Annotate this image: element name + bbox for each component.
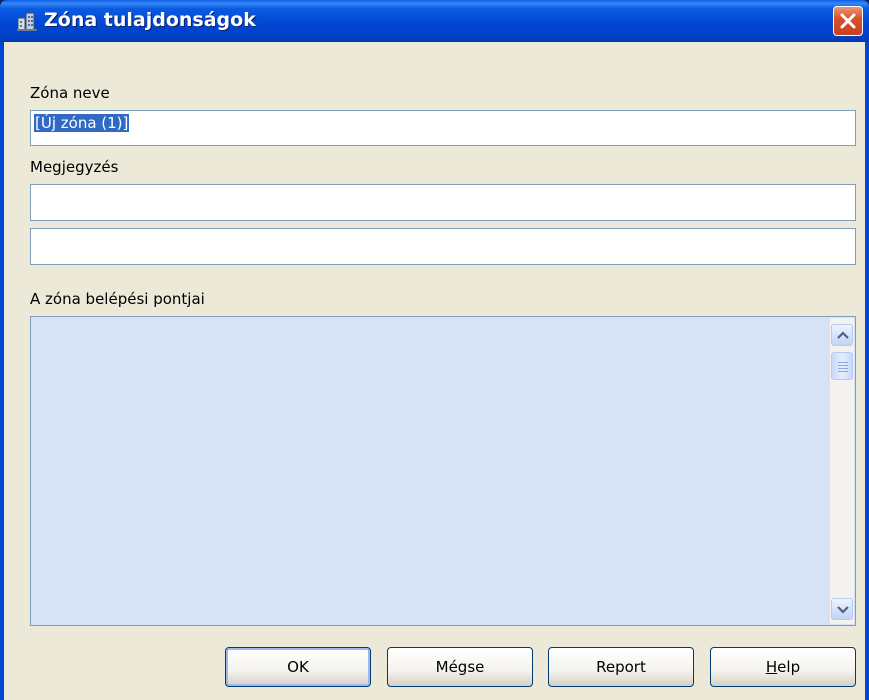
- ok-button[interactable]: OK: [225, 647, 371, 687]
- entry-points-scrollbar[interactable]: [830, 318, 854, 624]
- comment-input-line-1[interactable]: [30, 184, 856, 221]
- zone-name-label: Zóna neve: [30, 84, 110, 102]
- comment-label: Megjegyzés: [30, 158, 119, 176]
- entry-points-list[interactable]: [30, 316, 856, 626]
- close-button[interactable]: [833, 6, 863, 36]
- scroll-thumb[interactable]: [831, 352, 853, 380]
- entry-points-label: A zóna belépési pontjai: [30, 290, 205, 308]
- title-bar[interactable]: Zóna tulajdonságok: [0, 0, 869, 42]
- report-button[interactable]: Report: [548, 647, 694, 687]
- window-title: Zóna tulajdonságok: [44, 9, 256, 31]
- cancel-button[interactable]: Mégse: [387, 647, 533, 687]
- zone-name-input[interactable]: [Új zóna (1)]: [30, 110, 856, 146]
- zone-name-value: [Új zóna (1)]: [34, 114, 130, 132]
- close-icon: [840, 13, 856, 29]
- chevron-down-icon: [837, 606, 849, 614]
- scroll-up-button[interactable]: [831, 324, 853, 346]
- help-label-rest: elp: [777, 658, 801, 676]
- chevron-up-icon: [837, 331, 849, 339]
- dialog-body: Zóna neve [Új zóna (1)] Megjegyzés A zón…: [4, 42, 865, 700]
- dialog-window: Zóna tulajdonságok Zóna neve [Új zóna (1…: [0, 0, 869, 700]
- scroll-down-button[interactable]: [831, 598, 853, 620]
- help-mnemonic: H: [765, 658, 778, 676]
- help-button[interactable]: Help: [710, 647, 856, 687]
- window-frame-right: [865, 42, 869, 700]
- comment-input-line-2[interactable]: [30, 228, 856, 265]
- zone-properties-icon: [16, 10, 38, 32]
